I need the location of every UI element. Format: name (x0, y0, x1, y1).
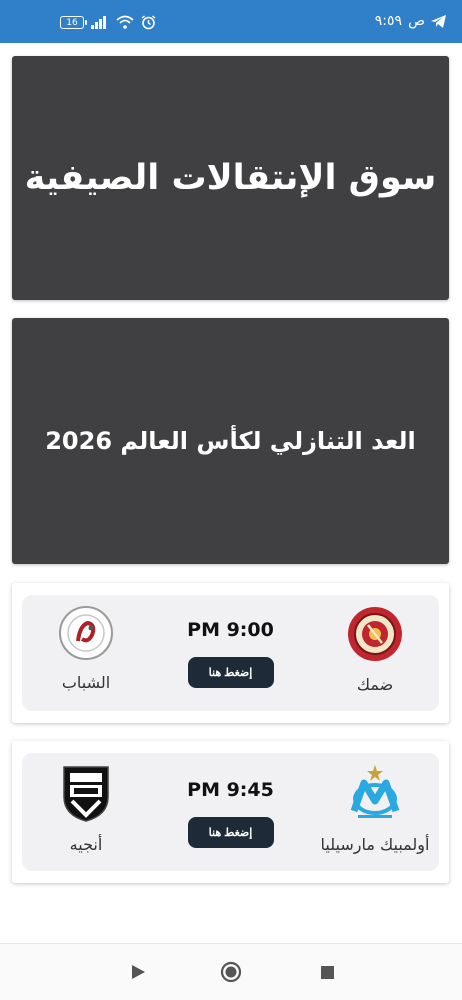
damac-logo (348, 607, 402, 661)
home-team[interactable]: أولمبيك مارسيليا (315, 763, 435, 854)
team-name: أنجيه (69, 835, 103, 854)
wifi-icon (116, 15, 134, 29)
away-team[interactable]: أنجيه (26, 763, 146, 854)
status-bar: 16 ص ٩:٥٩ (0, 0, 462, 43)
clock-ampm: ص (408, 13, 425, 29)
team-name: الشباب (61, 673, 111, 692)
signal-icon (91, 15, 106, 29)
status-clock: ص ٩:٥٩ (375, 11, 446, 31)
back-button[interactable] (126, 960, 150, 984)
match-card-inner: الشباب PM 9:00 إضغط هنا ضمك (22, 595, 439, 711)
transfer-market-banner[interactable]: سوق الإنتقالات الصيفية (12, 56, 449, 300)
alarm-icon (141, 14, 156, 29)
clock-time: ٩:٥٩ (374, 13, 403, 29)
marseille-logo (350, 765, 400, 818)
battery-icon: 16 (60, 15, 87, 29)
telegram-icon (431, 14, 446, 28)
battery-level: 16 (66, 17, 78, 28)
triangle-back-icon (132, 965, 145, 979)
home-team[interactable]: ضمك (315, 605, 435, 694)
press-here-button[interactable]: إضغط هنا (187, 657, 274, 688)
match-card: أنجيه PM 9:45 إضغط هنا أولمبيك مارسيليا (12, 741, 449, 883)
banner-title: العد التنازلي لكأس العالم 2026 (45, 427, 416, 455)
match-card: الشباب PM 9:00 إضغط هنا ضمك (12, 583, 449, 723)
status-icons: 16 (60, 12, 156, 32)
banner-title: سوق الإنتقالات الصيفية (24, 158, 437, 198)
team-name: أولمبيك مارسيليا (320, 835, 430, 854)
home-button[interactable] (219, 960, 243, 984)
match-card-inner: أنجيه PM 9:45 إضغط هنا أولمبيك مارسيليا (22, 753, 439, 871)
circle-home-icon (220, 961, 242, 983)
world-cup-countdown-banner[interactable]: العد التنازلي لكأس العالم 2026 (12, 318, 449, 564)
team-name: ضمك (356, 675, 394, 694)
square-recents-icon (320, 965, 334, 979)
system-navigation-bar (0, 943, 462, 1000)
press-here-button[interactable]: إضغط هنا (187, 817, 274, 848)
recents-button[interactable] (315, 960, 339, 984)
